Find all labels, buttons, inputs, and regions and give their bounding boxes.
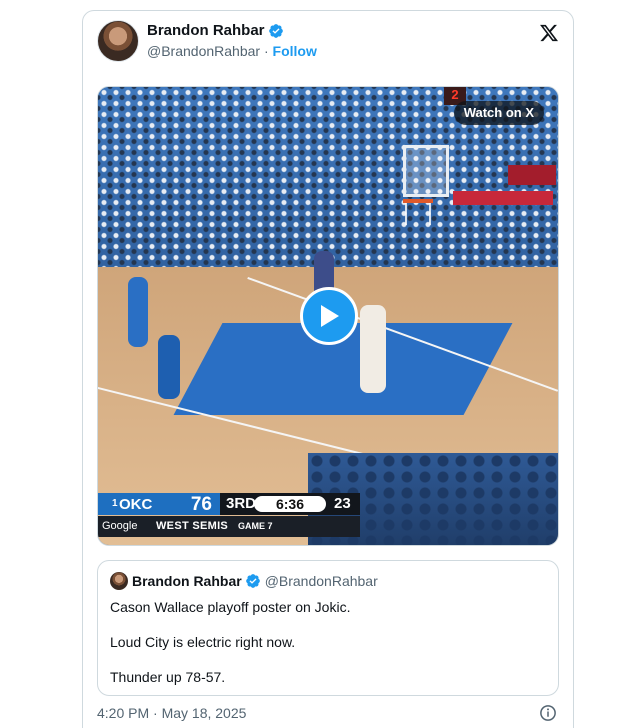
video-player[interactable]: 2 Watch on X 1 OKC 76 3RD 6:36 23 Google… bbox=[97, 86, 559, 546]
team-score: 76 bbox=[190, 494, 212, 515]
play-button[interactable] bbox=[300, 287, 358, 345]
verified-badge-icon bbox=[268, 24, 283, 38]
x-logo-icon[interactable] bbox=[539, 23, 559, 43]
arena-ad bbox=[508, 165, 556, 185]
tweet-card: Brandon Rahbar @BrandonRahbar · Follow 2… bbox=[82, 10, 574, 728]
tweet-timestamp[interactable]: 4:20 PM · May 18, 2025 bbox=[97, 705, 246, 721]
series-round: WEST SEMIS bbox=[156, 520, 229, 532]
backboard bbox=[403, 145, 449, 197]
team-name: OKC bbox=[119, 496, 153, 513]
game-period: 3RD bbox=[226, 495, 257, 512]
quoted-text-line: Thunder up 78-57. bbox=[110, 669, 226, 685]
info-icon[interactable] bbox=[539, 704, 557, 722]
tweet-author: Brandon Rahbar @BrandonRahbar · Follow bbox=[97, 20, 317, 62]
author-avatar[interactable] bbox=[97, 20, 139, 62]
player bbox=[360, 305, 386, 393]
quoted-author-handle: @BrandonRahbar bbox=[264, 573, 378, 589]
quoted-author-name: Brandon Rahbar bbox=[132, 573, 242, 589]
verified-badge-icon bbox=[245, 574, 260, 588]
quoted-author-avatar bbox=[110, 572, 128, 590]
quoted-text-line: Loud City is electric right now. bbox=[110, 634, 296, 650]
team-seed: 1 bbox=[112, 498, 118, 509]
arena-ad bbox=[453, 191, 553, 205]
play-icon bbox=[321, 305, 339, 327]
sponsor-label: Google bbox=[102, 520, 138, 532]
series-game: GAME 7 bbox=[238, 521, 273, 531]
follow-button[interactable]: Follow bbox=[273, 43, 317, 59]
quoted-text-line: Cason Wallace playoff poster on Jokic. bbox=[110, 599, 351, 615]
opponent-score: 23 bbox=[334, 495, 351, 512]
game-clock: 6:36 bbox=[254, 496, 326, 512]
scoreboard: 1 OKC 76 3RD 6:36 23 Google WEST SEMIS G… bbox=[98, 493, 360, 539]
watch-on-x-button[interactable]: Watch on X bbox=[453, 101, 544, 125]
quoted-tweet[interactable]: Brandon Rahbar @BrandonRahbar Cason Wall… bbox=[97, 560, 559, 696]
author-name[interactable]: Brandon Rahbar bbox=[147, 21, 265, 41]
player bbox=[158, 335, 180, 399]
author-handle[interactable]: @BrandonRahbar bbox=[147, 43, 260, 59]
home-team-panel: 1 OKC 76 bbox=[98, 493, 220, 515]
player bbox=[128, 277, 148, 347]
separator: · bbox=[263, 43, 269, 59]
hoop-net bbox=[405, 203, 431, 225]
